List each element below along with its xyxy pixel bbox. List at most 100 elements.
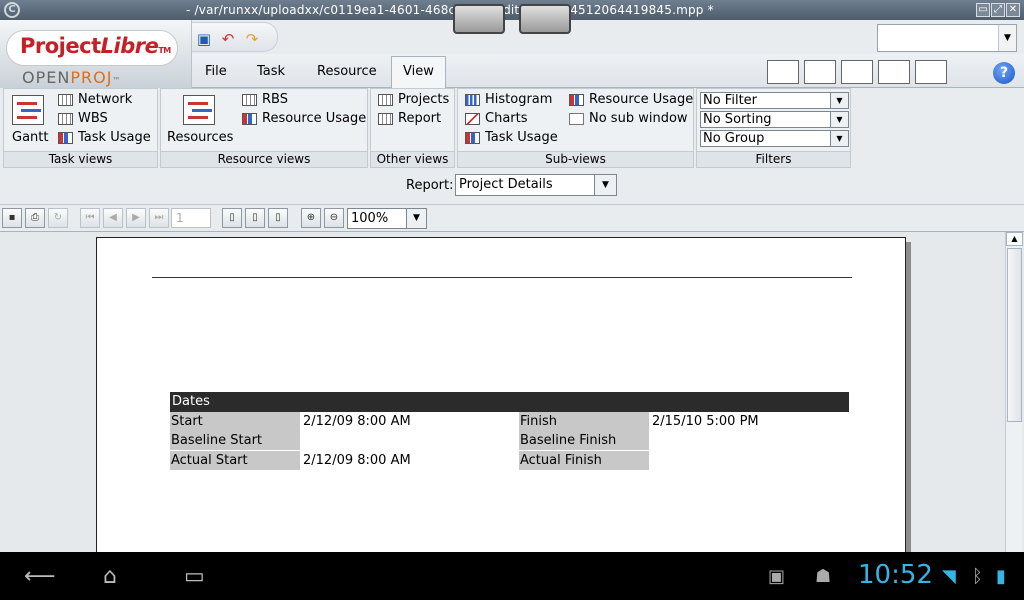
refresh-icon[interactable]: ↻ [48,208,68,228]
rbs-icon [242,93,257,106]
chevron-down-icon[interactable]: ▼ [830,112,848,127]
previous-page-icon[interactable]: ◀ [103,208,123,228]
group-sub-views: Histogram Charts Task Usage Resource Usa… [457,88,694,168]
tab-view[interactable]: View [391,56,446,88]
group-select[interactable]: No Group ▼ [700,130,849,147]
chevron-down-icon[interactable]: ▼ [998,25,1016,51]
window-titlebar: C - /var/runxx/uploadxx/c0119ea1-4601-46… [0,0,1024,20]
wbs-button[interactable]: WBS [58,111,108,126]
search-combo[interactable]: ▼ [877,24,1017,52]
histogram-button[interactable]: Histogram [465,92,552,107]
empty-window-icon [569,112,584,125]
logo-text: ProjectLibreTM [20,34,171,58]
zoom-in-icon[interactable]: ⊕ [301,208,321,228]
finish-value: 2/15/10 5:00 PM [652,414,759,429]
first-page-icon[interactable]: ⏮ [80,208,100,228]
scroll-thumb[interactable] [1007,248,1022,422]
no-sub-window-button[interactable]: No sub window [569,111,688,126]
back-icon[interactable]: ⟵ [24,564,56,589]
minimize-button[interactable]: ▭ [976,3,990,17]
task-usage-icon [58,131,73,144]
charts-button[interactable]: Charts [465,111,528,126]
tab-file[interactable]: File [205,64,227,79]
window-title: - /var/runxx/uploadxx/c0119ea1-4601-468c… [186,3,714,17]
chevron-down-icon[interactable]: ▼ [830,131,848,146]
scroll-up-icon[interactable]: ▲ [1006,232,1023,246]
wbs-icon [58,112,73,125]
subview-task-usage-button[interactable]: Task Usage [465,130,558,145]
charts-icon [465,112,480,125]
resource-usage-icon [242,112,257,125]
gallery-icon: ▣ [768,566,786,587]
charts-view-icon[interactable] [804,60,836,84]
actual-finish-value [651,451,653,470]
actual-start-value: 2/12/09 8:00 AM [303,453,411,468]
projects-icon [378,93,393,106]
group-label: Filters [697,151,850,167]
chevron-down-icon[interactable]: ▼ [594,175,616,195]
task-usage-icon [465,131,480,144]
touchpad-icon[interactable] [519,4,571,34]
baseline-start-value [302,431,304,450]
help-icon[interactable]: ? [993,62,1015,84]
undo-icon[interactable]: ↶ [220,31,236,47]
blank-view-icon[interactable] [915,60,947,84]
bluetooth-icon: ᛒ [972,566,983,587]
resources-icon[interactable] [183,95,215,125]
clear-view-icon[interactable] [841,60,873,84]
report-button[interactable]: Report [378,111,441,126]
vertical-scrollbar[interactable]: ▲ [1005,232,1023,552]
app-icon: C [4,2,20,18]
report-select[interactable]: Project Details ▼ [455,174,617,196]
ribbon: Gantt Network WBS Task Usage Task views … [0,88,1024,168]
battery-icon: ▮ [996,566,1006,587]
gantt-button[interactable]: Gantt [12,130,48,145]
tab-task[interactable]: Task [257,64,285,79]
network-icon [58,93,73,106]
projectlibre-logo: ProjectLibreTM OPENPROJ™ [0,20,192,88]
chevron-down-icon[interactable]: ▼ [406,209,426,228]
preview-toolbar: ▪ ⎙ ↻ ⏮ ◀ ▶ ⏭ 1 ▯ ▯ ▯ ⊕ ⊖ 100% ▼ [0,204,1024,230]
histogram-view-icon[interactable] [767,60,799,84]
usage-view-icon[interactable] [878,60,910,84]
task-usage-button[interactable]: Task Usage [58,130,151,145]
print-icon[interactable]: ⎙ [25,208,45,228]
filter-select[interactable]: No Filter ▼ [700,92,849,109]
projects-button[interactable]: Projects [378,92,449,107]
sorting-select[interactable]: No Sorting ▼ [700,111,849,128]
save-icon[interactable]: ▣ [196,31,212,47]
redo-icon[interactable]: ↷ [244,31,260,47]
resource-usage-icon [569,93,584,106]
network-button[interactable]: Network [58,92,132,107]
rbs-button[interactable]: RBS [242,92,288,107]
report-bar: Report: Project Details ▼ [0,170,1024,200]
histogram-icon [465,93,480,106]
zoom-select[interactable]: 100% ▼ [347,208,427,229]
maximize-button[interactable]: ⤢ [991,3,1005,17]
close-button[interactable]: ✕ [1006,3,1020,17]
page-setup-icon[interactable]: ▯ [268,208,288,228]
openproj-logo: OPENPROJ™ [22,68,122,87]
resources-button[interactable]: Resources [167,130,233,145]
zoom-out-icon[interactable]: ⊖ [324,208,344,228]
recent-apps-icon[interactable]: ▭ [184,564,205,589]
group-filters: No Filter ▼ No Sorting ▼ No Group ▼ Filters [696,88,851,168]
save-icon[interactable]: ▪ [2,208,22,228]
page-width-icon[interactable]: ▯ [245,208,265,228]
page-number-input[interactable]: 1 [171,208,211,228]
next-page-icon[interactable]: ▶ [126,208,146,228]
start-label: Start [170,412,300,431]
tab-resource[interactable]: Resource [317,64,377,79]
group-label: Task views [4,151,157,167]
home-icon[interactable]: ⌂ [103,564,117,589]
onscreen-keyboard-icon[interactable] [453,4,505,34]
single-page-icon[interactable]: ▯ [222,208,242,228]
report-preview: Dates Start 2/12/09 8:00 AM Finish 2/15/… [0,231,1024,552]
gantt-icon[interactable] [12,95,44,125]
resource-usage-button[interactable]: Resource Usage [242,111,366,126]
chevron-down-icon[interactable]: ▼ [830,93,848,108]
last-page-icon[interactable]: ⏭ [149,208,169,228]
subview-resource-usage-button[interactable]: Resource Usage [569,92,693,107]
system-nav-bar: ⟵ ⌂ ▭ ▣ ☗ 10:52 ◥ ᛒ ▮ [0,552,1024,600]
group-other-views: Projects Report Other views [370,88,455,168]
